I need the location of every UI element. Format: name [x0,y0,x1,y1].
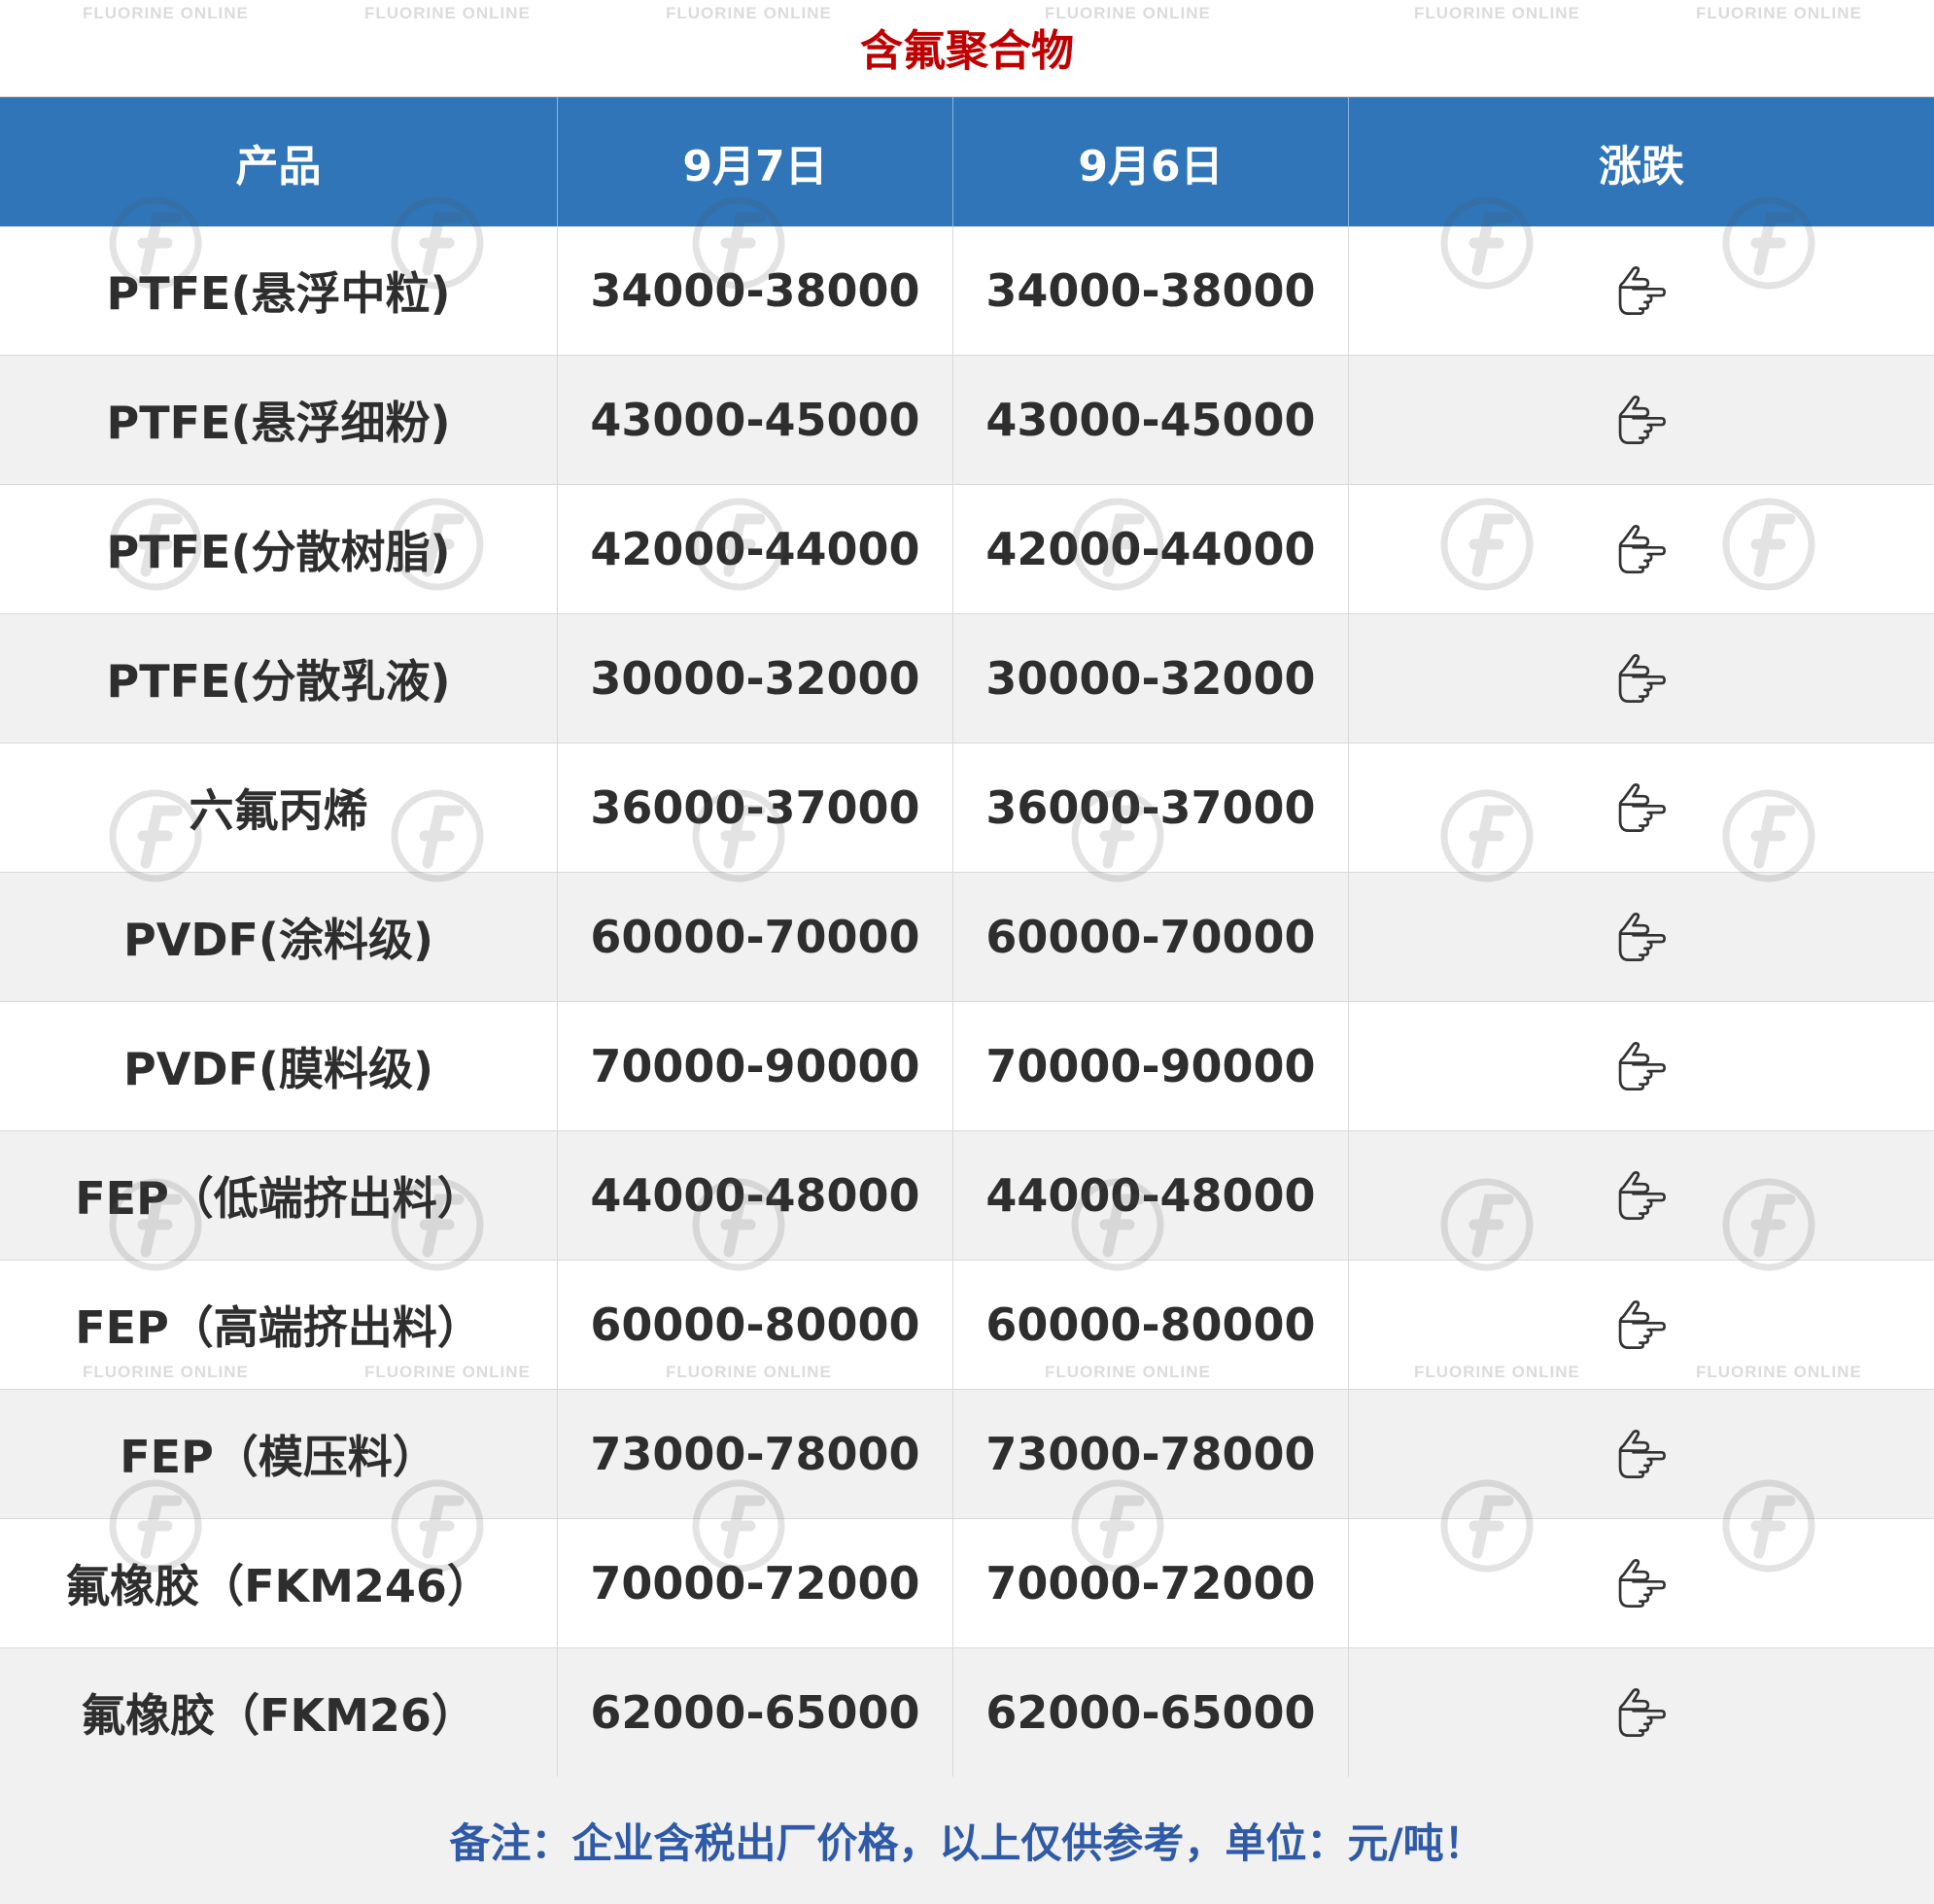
product-cell: PTFE(分散树脂) [0,485,558,614]
price-date1-cell: 36000-37000 [558,744,953,873]
product-cell: FEP（模压料） [0,1390,558,1519]
pointing-hand-icon [1615,1169,1668,1222]
product-cell: PVDF(涂料级) [0,873,558,1002]
footer-note: 备注：企业含税出厂价格，以上仅供参考，单位：元/吨！ [0,1777,1934,1904]
product-cell: PTFE(悬浮中粒) [0,226,558,356]
change-cell [1349,614,1934,744]
change-cell [1349,1261,1934,1390]
change-cell [1349,226,1934,356]
product-cell: 六氟丙烯 [0,744,558,873]
pointing-hand-icon [1615,1686,1668,1739]
change-cell [1349,356,1934,485]
change-cell [1349,1002,1934,1131]
price-date2-cell: 43000-45000 [953,356,1349,485]
product-cell: 氟橡胶（FKM26） [0,1648,558,1778]
price-date2-cell: 42000-44000 [953,485,1349,614]
price-date2-cell: 60000-70000 [953,873,1349,1002]
product-cell: PVDF(膜料级) [0,1002,558,1131]
pointing-hand-icon [1615,394,1668,446]
price-date1-cell: 42000-44000 [558,485,953,614]
price-date1-cell: 60000-70000 [558,873,953,1002]
price-date1-cell: 43000-45000 [558,356,953,485]
pointing-hand-icon [1615,523,1668,575]
price-date1-cell: 60000-80000 [558,1261,953,1390]
pointing-hand-icon [1615,911,1668,963]
price-date2-cell: 34000-38000 [953,226,1349,356]
price-date1-cell: 70000-90000 [558,1002,953,1131]
product-cell: FEP（低端挤出料） [0,1131,558,1261]
pointing-hand-icon [1615,1428,1668,1480]
product-cell: PTFE(悬浮细粉) [0,356,558,485]
pointing-hand-icon [1615,1298,1668,1351]
change-cell [1349,1519,1934,1648]
change-cell [1349,1390,1934,1519]
product-cell: FEP（高端挤出料） [0,1261,558,1390]
product-cell: PTFE(分散乳液) [0,614,558,744]
price-table: 产品 9月7日 9月6日 涨跌 PTFE(悬浮中粒) 34000-38000 340… [0,96,1934,1778]
price-date1-cell: 34000-38000 [558,226,953,356]
pointing-hand-icon [1615,1040,1668,1092]
pointing-hand-icon [1615,652,1668,705]
price-date2-cell: 30000-32000 [953,614,1349,744]
price-date1-cell: 73000-78000 [558,1390,953,1519]
header-product: 产品 [0,97,558,226]
change-cell [1349,1131,1934,1261]
price-date2-cell: 73000-78000 [953,1390,1349,1519]
price-date1-cell: 30000-32000 [558,614,953,744]
change-cell [1349,485,1934,614]
header-date2: 9月6日 [953,97,1349,226]
pointing-hand-icon [1615,781,1668,834]
pointing-hand-icon [1615,1557,1668,1610]
product-cell: 氟橡胶（FKM246） [0,1519,558,1648]
header-date1: 9月7日 [558,97,953,226]
change-cell [1349,1648,1934,1778]
change-cell [1349,873,1934,1002]
price-date2-cell: 36000-37000 [953,744,1349,873]
pointing-hand-icon [1615,264,1668,317]
header-change: 涨跌 [1349,97,1934,226]
price-date2-cell: 62000-65000 [953,1648,1349,1778]
page-title: 含氟聚合物 [860,26,1074,76]
price-date1-cell: 44000-48000 [558,1131,953,1261]
price-date1-cell: 62000-65000 [558,1648,953,1778]
price-date2-cell: 44000-48000 [953,1131,1349,1261]
price-date2-cell: 70000-90000 [953,1002,1349,1131]
price-date1-cell: 70000-72000 [558,1519,953,1648]
price-date2-cell: 60000-80000 [953,1261,1349,1390]
change-cell [1349,744,1934,873]
price-date2-cell: 70000-72000 [953,1519,1349,1648]
